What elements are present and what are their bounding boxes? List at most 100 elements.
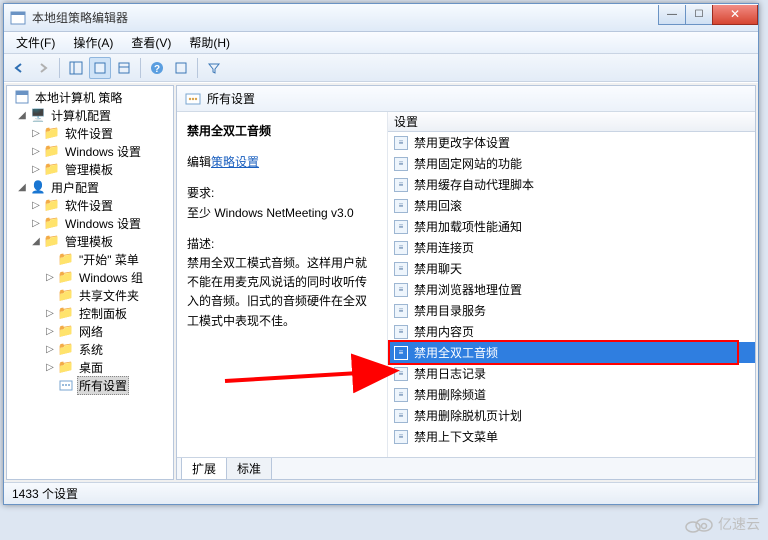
- list-row-label: 禁用浏览器地理位置: [414, 281, 522, 298]
- expand-icon[interactable]: ▷: [31, 128, 41, 139]
- settings-list[interactable]: ≡禁用更改字体设置≡禁用固定网站的功能≡禁用缓存自动代理脚本≡禁用回滚≡禁用加载…: [388, 132, 755, 457]
- list-row[interactable]: ≡禁用浏览器地理位置: [388, 279, 755, 300]
- tree-label: 网络: [77, 322, 105, 341]
- edit-prefix: 编辑: [187, 155, 211, 169]
- list-row[interactable]: ≡禁用日志记录: [388, 363, 755, 384]
- list-header[interactable]: 设置: [388, 112, 755, 132]
- tree-control-panel[interactable]: ▷📁控制面板: [7, 304, 173, 322]
- list-row[interactable]: ≡禁用固定网站的功能: [388, 153, 755, 174]
- tree-desktop[interactable]: ▷📁桌面: [7, 358, 173, 376]
- close-button[interactable]: ✕: [712, 5, 758, 25]
- list-row-label: 禁用更改字体设置: [414, 134, 510, 151]
- expand-icon[interactable]: ▷: [31, 164, 41, 175]
- list-row-label: 禁用固定网站的功能: [414, 155, 522, 172]
- list-row[interactable]: ≡禁用删除脱机页计划: [388, 405, 755, 426]
- settings-list-panel: 设置 ≡禁用更改字体设置≡禁用固定网站的功能≡禁用缓存自动代理脚本≡禁用回滚≡禁…: [387, 112, 755, 457]
- list-row[interactable]: ≡禁用目录服务: [388, 300, 755, 321]
- menu-help[interactable]: 帮助(H): [181, 32, 238, 53]
- list-row[interactable]: ≡禁用全双工音频: [388, 342, 755, 363]
- list-row-label: 禁用删除频道: [414, 386, 486, 403]
- expand-icon[interactable]: ▷: [31, 200, 41, 211]
- tree-user-software[interactable]: ▷📁软件设置: [7, 196, 173, 214]
- tab-standard[interactable]: 标准: [226, 458, 272, 480]
- policy-item-icon: ≡: [394, 241, 408, 255]
- menu-file[interactable]: 文件(F): [8, 32, 63, 53]
- list-row-label: 禁用删除脱机页计划: [414, 407, 522, 424]
- tree-root[interactable]: 本地计算机 策略: [7, 88, 173, 106]
- description-label: 描述:: [187, 235, 377, 254]
- list-row[interactable]: ≡ 禁用删除频道: [388, 384, 755, 405]
- tree-user-admin-templates[interactable]: ◢📁管理模板: [7, 232, 173, 250]
- collapse-icon[interactable]: ◢: [17, 182, 27, 193]
- list-row[interactable]: ≡禁用聊天: [388, 258, 755, 279]
- tab-extended[interactable]: 扩展: [181, 458, 227, 480]
- list-row-label: 禁用回滚: [414, 197, 462, 214]
- export-list-button[interactable]: [113, 57, 135, 79]
- requirements-value: 至少 Windows NetMeeting v3.0: [187, 204, 377, 223]
- toolbar-separator: [59, 58, 60, 78]
- tree-shared-folders[interactable]: 📁共享文件夹: [7, 286, 173, 304]
- tree-start-menu[interactable]: 📁"开始" 菜单: [7, 250, 173, 268]
- policy-item-icon: ≡: [394, 430, 408, 444]
- expand-icon[interactable]: ▷: [31, 218, 41, 229]
- list-row[interactable]: ≡ 禁用上下文菜单: [388, 426, 755, 447]
- policy-item-icon: ≡: [394, 388, 408, 402]
- tree-system[interactable]: ▷📁系统: [7, 340, 173, 358]
- help-button[interactable]: ?: [146, 57, 168, 79]
- list-row[interactable]: ≡禁用缓存自动代理脚本: [388, 174, 755, 195]
- toolbar: ?: [4, 54, 758, 82]
- tree-computer-config[interactable]: ◢🖥️计算机配置: [7, 106, 173, 124]
- status-text: 1433 个设置: [12, 485, 78, 502]
- expand-icon[interactable]: ▷: [31, 146, 41, 157]
- expand-icon[interactable]: ▷: [45, 272, 55, 283]
- tree-network[interactable]: ▷📁网络: [7, 322, 173, 340]
- list-row-label: 禁用上下文菜单: [414, 428, 498, 445]
- policy-item-icon: ≡: [394, 346, 408, 360]
- edit-policy-link[interactable]: 策略设置: [211, 155, 259, 169]
- tree-label: 共享文件夹: [77, 286, 141, 305]
- detail-panel: 禁用全双工音频 编辑策略设置 要求: 至少 Windows NetMeeting…: [177, 112, 387, 457]
- minimize-button[interactable]: —: [658, 5, 686, 25]
- collapse-icon[interactable]: ◢: [17, 110, 27, 121]
- list-row-label: 禁用缓存自动代理脚本: [414, 176, 534, 193]
- requirements-label: 要求:: [187, 184, 377, 203]
- expand-icon[interactable]: ▷: [45, 308, 55, 319]
- folder-icon: 📁: [44, 143, 60, 159]
- collapse-icon[interactable]: ◢: [31, 236, 41, 247]
- tree-all-settings[interactable]: 所有设置: [7, 376, 173, 394]
- tree-user-config[interactable]: ◢👤用户配置: [7, 178, 173, 196]
- list-row[interactable]: ≡禁用更改字体设置: [388, 132, 755, 153]
- menu-view[interactable]: 查看(V): [123, 32, 179, 53]
- tree-label: 软件设置: [63, 196, 115, 215]
- window-controls: — ☐ ✕: [659, 5, 758, 25]
- content-header-title: 所有设置: [207, 90, 255, 107]
- expand-icon[interactable]: ▷: [45, 326, 55, 337]
- tree-pane[interactable]: 本地计算机 策略 ◢🖥️计算机配置 ▷📁软件设置 ▷📁Windows 设置 ▷📁…: [6, 85, 174, 480]
- tree-software-settings[interactable]: ▷📁软件设置: [7, 124, 173, 142]
- policy-item-icon: ≡: [394, 325, 408, 339]
- menu-action[interactable]: 操作(A): [65, 32, 121, 53]
- column-setting[interactable]: 设置: [394, 113, 749, 130]
- list-row[interactable]: ≡禁用内容页: [388, 321, 755, 342]
- settings-icon: [185, 91, 201, 107]
- expand-icon[interactable]: ▷: [45, 362, 55, 373]
- list-row-label: 禁用连接页: [414, 239, 474, 256]
- expand-icon[interactable]: ▷: [45, 344, 55, 355]
- tree-admin-templates[interactable]: ▷📁管理模板: [7, 160, 173, 178]
- tree-user-windows[interactable]: ▷📁Windows 设置: [7, 214, 173, 232]
- forward-button[interactable]: [32, 57, 54, 79]
- tree-windows-settings[interactable]: ▷📁Windows 设置: [7, 142, 173, 160]
- tree-windows-components[interactable]: ▷📁Windows 组: [7, 268, 173, 286]
- maximize-button[interactable]: ☐: [685, 5, 713, 25]
- filter-button[interactable]: [203, 57, 225, 79]
- show-hide-tree-button[interactable]: [65, 57, 87, 79]
- folder-icon: 📁: [44, 215, 60, 231]
- back-button[interactable]: [8, 57, 30, 79]
- list-row[interactable]: ≡禁用加载项性能通知: [388, 216, 755, 237]
- list-row[interactable]: ≡ 禁用连接页: [388, 237, 755, 258]
- list-row-label: 禁用目录服务: [414, 302, 486, 319]
- list-row[interactable]: ≡禁用回滚: [388, 195, 755, 216]
- options-button[interactable]: [170, 57, 192, 79]
- properties-button[interactable]: [89, 57, 111, 79]
- folder-icon: 📁: [58, 269, 74, 285]
